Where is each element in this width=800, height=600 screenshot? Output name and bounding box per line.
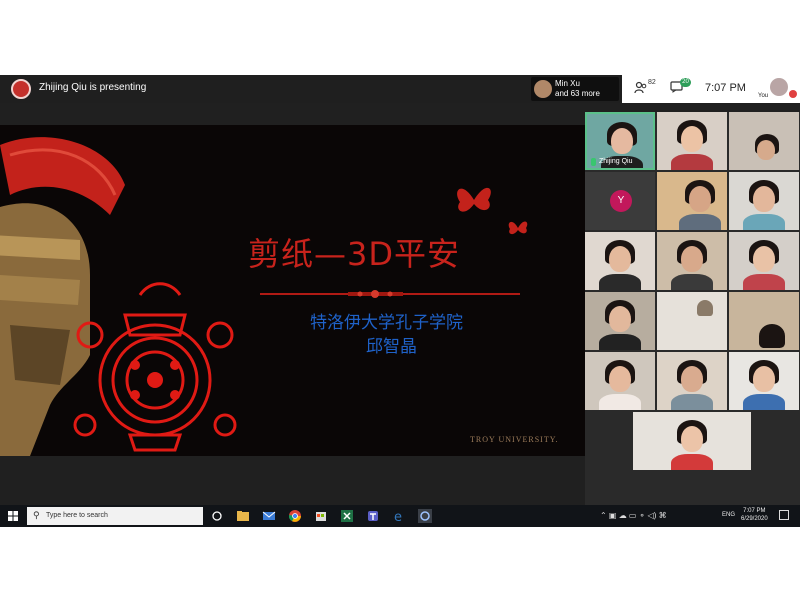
search-icon: ⚲: [33, 510, 40, 520]
participant-tile[interactable]: Y: [585, 172, 655, 230]
meeting-top-bar: Zhijing Qiu is presenting Min Xu and 63 …: [0, 75, 800, 103]
participant-tile[interactable]: [729, 112, 799, 170]
participant-gallery: Zhijing Qiu Y: [585, 112, 800, 510]
people-icon[interactable]: [634, 81, 648, 95]
slide-title: 剪纸—3D平安: [248, 235, 461, 273]
participant-tile-active-speaker[interactable]: Zhijing Qiu: [585, 112, 655, 170]
slide-subtitle-institute: 特洛伊大学孔子学院: [310, 313, 463, 332]
chrome-icon[interactable]: [288, 509, 302, 523]
participant-tile[interactable]: [657, 352, 727, 410]
viewer-more: and 63 more: [555, 89, 600, 98]
troy-university-logo: TROY UNIVERSITY.: [470, 435, 559, 444]
meeting-tools: 82 20 7:07 PM You: [622, 75, 800, 103]
taskbar-date: 6/29/2020: [741, 516, 768, 522]
teams-icon[interactable]: [366, 509, 380, 523]
participant-tile[interactable]: [585, 292, 655, 350]
slide-subtitle-presenter: 邱智晶: [366, 337, 417, 356]
edge-icon[interactable]: e: [392, 509, 406, 523]
excel-icon[interactable]: [340, 509, 354, 523]
presented-slide: 剪纸—3D平安 特洛伊大学孔子学院 邱智晶 TROY UNIVERSITY.: [0, 125, 585, 456]
paper-cut-vase-image: [73, 282, 237, 452]
self-status-badge: [789, 90, 797, 98]
participant-tile[interactable]: [729, 292, 799, 350]
people-count: 82: [648, 79, 656, 86]
participant-tile[interactable]: [729, 172, 799, 230]
self-avatar[interactable]: [770, 78, 788, 96]
participant-tile[interactable]: [585, 232, 655, 290]
viewers-button[interactable]: Min Xu and 63 more: [531, 77, 619, 101]
taskbar-clock[interactable]: 7:07 PM 6/29/2020: [741, 507, 768, 523]
file-explorer-icon[interactable]: [236, 509, 250, 523]
mail-icon[interactable]: [262, 509, 276, 523]
participant-tile[interactable]: [729, 232, 799, 290]
viewer-avatar: [534, 80, 552, 98]
store-icon[interactable]: [314, 509, 328, 523]
participant-tile[interactable]: [633, 412, 751, 470]
notification-icon[interactable]: [779, 510, 789, 520]
taskbar-search-box[interactable]: ⚲ Type here to search: [27, 507, 203, 525]
meeting-clock: 7:07 PM: [705, 82, 746, 94]
participant-tile[interactable]: [585, 352, 655, 410]
participant-tile[interactable]: [657, 172, 727, 230]
participant-initial-avatar: Y: [610, 190, 632, 212]
windows-taskbar: ⚲ Type here to search e ⌃ ▣ ☁ ▭ ⚬ ◁) ⌘ E…: [0, 505, 800, 527]
butterfly-small-image: [508, 221, 528, 235]
system-tray-icons[interactable]: ⌃ ▣ ☁ ▭ ⚬ ◁) ⌘: [600, 511, 667, 520]
language-indicator[interactable]: ENG: [722, 512, 735, 518]
windows-start-icon[interactable]: [8, 511, 18, 521]
search-placeholder: Type here to search: [46, 512, 108, 519]
mic-active-icon: [591, 158, 596, 166]
viewer-name: Min Xu: [555, 79, 580, 88]
self-label: You: [758, 93, 769, 99]
cortana-icon[interactable]: [418, 509, 432, 523]
participant-name: Zhijing Qiu: [599, 158, 633, 165]
svg-text:e: e: [394, 510, 402, 523]
participant-tile[interactable]: [657, 292, 727, 350]
divider-ornament: [348, 290, 403, 298]
presenter-avatar: [11, 79, 31, 99]
task-view-icon[interactable]: [210, 509, 224, 523]
participant-tile[interactable]: [657, 232, 727, 290]
presenting-label: Zhijing Qiu is presenting: [39, 82, 147, 93]
participant-tile[interactable]: [729, 352, 799, 410]
butterfly-image: [457, 187, 491, 212]
screen: Zhijing Qiu is presenting Min Xu and 63 …: [0, 75, 800, 527]
taskbar-time: 7:07 PM: [743, 508, 766, 514]
chat-count-badge: 20: [680, 78, 691, 87]
participant-tile[interactable]: [657, 112, 727, 170]
